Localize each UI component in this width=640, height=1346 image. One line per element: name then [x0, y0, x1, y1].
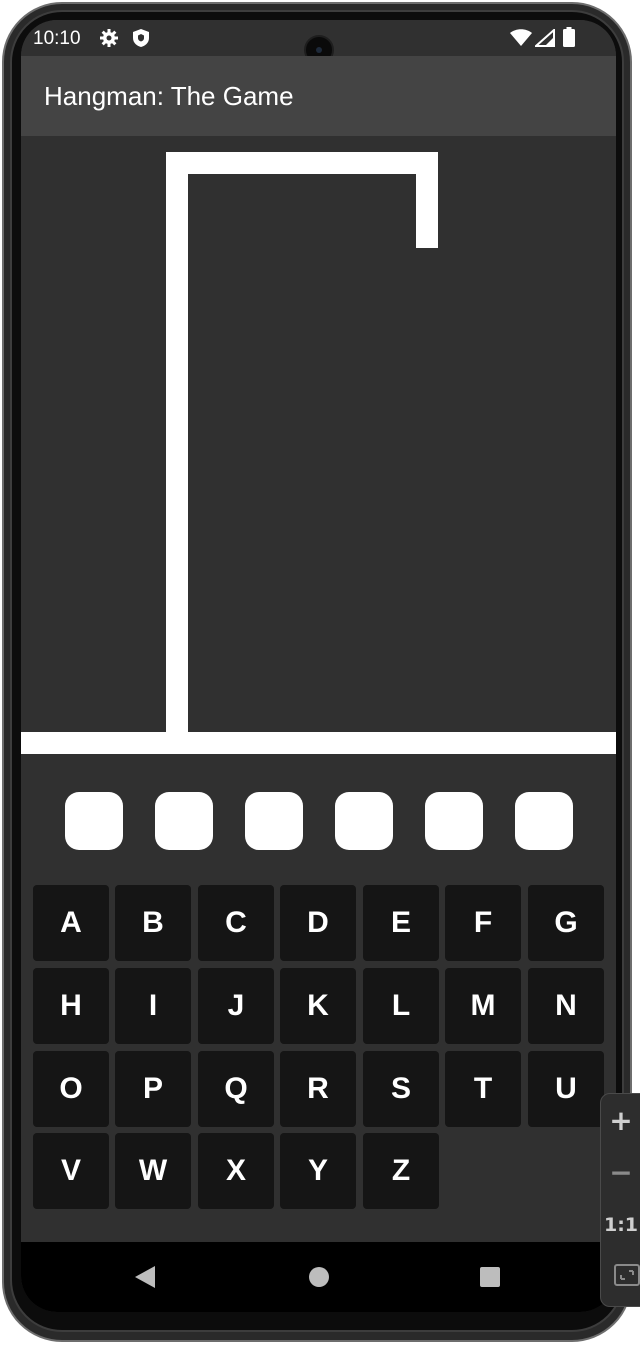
- gallows-beam: [166, 152, 438, 174]
- zoom-in-button[interactable]: +: [601, 1104, 640, 1137]
- emulator-zoom-panel: + − 1:1: [600, 1093, 640, 1307]
- key-n[interactable]: N: [528, 968, 604, 1044]
- shield-icon: [132, 28, 150, 53]
- key-y[interactable]: Y: [280, 1133, 356, 1209]
- key-q[interactable]: Q: [198, 1051, 274, 1127]
- letter-slot: [65, 792, 123, 850]
- key-w[interactable]: W: [115, 1133, 191, 1209]
- letter-slot: [155, 792, 213, 850]
- letter-slot: [515, 792, 573, 850]
- zoom-actual-button[interactable]: 1:1: [601, 1214, 640, 1236]
- fit-icon[interactable]: [601, 1264, 640, 1290]
- wifi-icon: [510, 29, 532, 52]
- key-e[interactable]: E: [363, 885, 439, 961]
- key-k[interactable]: K: [280, 968, 356, 1044]
- key-s[interactable]: S: [363, 1051, 439, 1127]
- key-c[interactable]: C: [198, 885, 274, 961]
- app-bar: Hangman: The Game: [21, 56, 616, 136]
- game-area: A B C D E F G H I J K L M N O P Q R S T …: [21, 136, 616, 1242]
- signal-icon: [533, 27, 555, 52]
- recents-icon[interactable]: [479, 1266, 501, 1293]
- key-b[interactable]: B: [115, 885, 191, 961]
- key-d[interactable]: D: [280, 885, 356, 961]
- key-m[interactable]: M: [445, 968, 521, 1044]
- key-z[interactable]: Z: [363, 1133, 439, 1209]
- key-p[interactable]: P: [115, 1051, 191, 1127]
- gallows-rope: [416, 152, 438, 248]
- status-time: 10:10: [33, 28, 81, 49]
- key-g[interactable]: G: [528, 885, 604, 961]
- app-title: Hangman: The Game: [44, 81, 294, 111]
- key-o[interactable]: O: [33, 1051, 109, 1127]
- key-i[interactable]: I: [115, 968, 191, 1044]
- letter-slot: [335, 792, 393, 850]
- letter-slot: [425, 792, 483, 850]
- key-l[interactable]: L: [363, 968, 439, 1044]
- key-r[interactable]: R: [280, 1051, 356, 1127]
- gallows-base: [21, 732, 616, 754]
- key-t[interactable]: T: [445, 1051, 521, 1127]
- gallows-post: [166, 152, 188, 732]
- letter-slot: [245, 792, 303, 850]
- device-frame: 10:10 Hangman: The Game A B C D E F G H …: [0, 0, 640, 1346]
- navigation-bar: [21, 1242, 616, 1312]
- key-x[interactable]: X: [198, 1133, 274, 1209]
- key-a[interactable]: A: [33, 885, 109, 961]
- home-icon[interactable]: [308, 1266, 330, 1293]
- word-slots: [65, 792, 575, 852]
- key-j[interactable]: J: [198, 968, 274, 1044]
- key-h[interactable]: H: [33, 968, 109, 1044]
- key-v[interactable]: V: [33, 1133, 109, 1209]
- zoom-out-button[interactable]: −: [601, 1156, 640, 1189]
- battery-icon: [563, 27, 575, 52]
- gallows: [21, 152, 616, 754]
- screen: 10:10 Hangman: The Game A B C D E F G H …: [21, 20, 616, 1312]
- back-icon[interactable]: [134, 1265, 156, 1294]
- key-f[interactable]: F: [445, 885, 521, 961]
- key-u[interactable]: U: [528, 1051, 604, 1127]
- gear-icon: [99, 28, 119, 53]
